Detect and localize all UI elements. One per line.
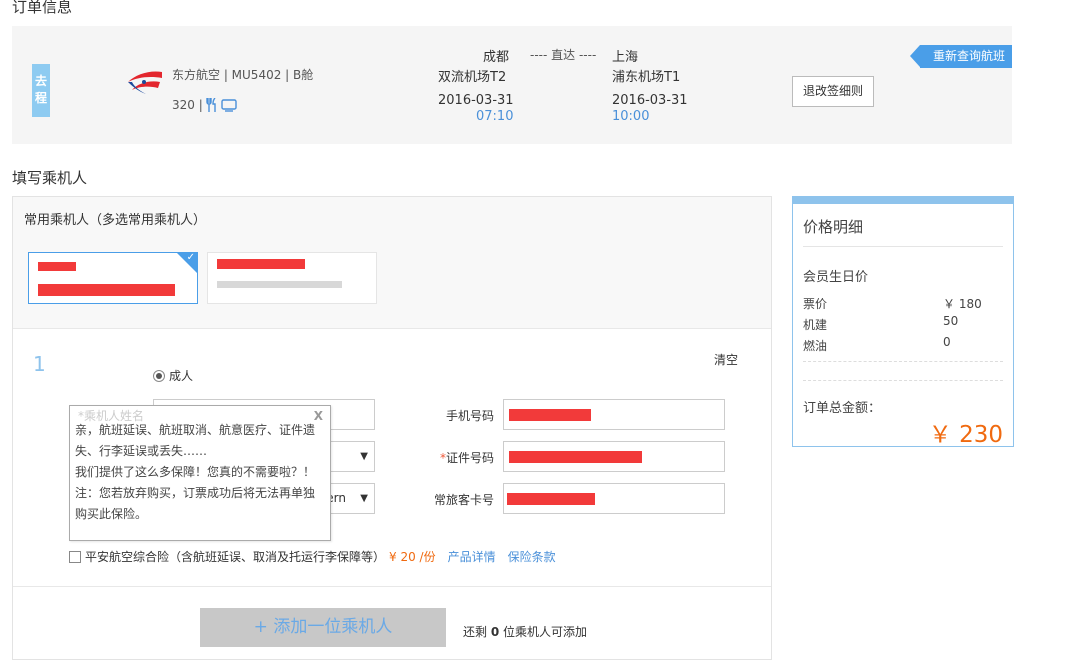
china-eastern-logo-icon [128,71,162,94]
insurance-terms-link[interactable]: 保险条款 [508,548,556,565]
passenger-form-panel: 常用乘机人（多选常用乘机人） ✓ 1 成人 清空 ▼ ern ▼ 手机号码 *证… [12,196,772,660]
frequent-flyer-input[interactable] [503,483,725,514]
insurance-price: ¥ 20 /份 [389,550,436,564]
passenger-type-adult[interactable]: 成人 [153,367,193,384]
price-row-label: 机建 [803,318,828,332]
radio-icon[interactable] [153,369,165,382]
insurance-tooltip: *乘机人姓名 X 亲，航班延误、航班取消、航意医疗、证件遗失、行李延误或丢失……… [69,405,331,541]
origin-city: 成都 [483,50,510,65]
aircraft-info: 320 | [172,98,237,112]
frequent-passengers-title: 常用乘机人（多选常用乘机人） [24,213,207,228]
close-icon[interactable]: X [314,406,323,427]
aircraft-type: 320 | [172,98,203,112]
redacted-id [217,281,342,288]
remaining-count: 0 [490,625,500,639]
frequent-passenger-card[interactable]: ✓ [28,252,198,304]
tooltip-line: 我们提供了这么多保障！您真的不需要啦？！ [75,465,316,479]
passenger-index: 1 [33,352,46,376]
total-value: ￥ 230 [928,422,1003,448]
order-section-title: 订单信息 [12,0,73,16]
redacted-ff-number [507,493,595,505]
passenger-section-title: 填写乘机人 [12,169,88,187]
order-info-panel: 去程 东方航空 | MU5402 | B舱 320 | 成都 双流机场T2 --… [12,26,1012,144]
redacted-id-number [509,451,642,463]
tooltip-line: 注：您若放弃购买，订票成功后将无法再单独购买此保险。 [75,486,316,521]
frequent-flyer-label: 常旅客卡号 [433,493,494,507]
origin-airport: 双流机场T2 [438,70,507,85]
depart-date: 2016-03-31 [438,93,514,108]
clear-button[interactable]: 清空 [714,351,738,368]
insurance-row: 平安航空综合险（含航班延误、取消及托运行李保障等） ¥ 20 /份 产品详情 保… [69,548,556,565]
arrive-time: 10:00 [612,109,650,124]
insurance-checkbox[interactable] [69,550,81,563]
insurance-label: 平安航空综合险（含航班延误、取消及托运行李保障等） [85,550,386,564]
remaining-passengers-text: 还剩 0 位乘机人可添加 [463,625,588,639]
depart-time: 07:10 [476,109,514,124]
trip-tag: 去程 [32,64,50,117]
frequent-passenger-card[interactable] [207,252,377,304]
redacted-name [38,262,76,271]
price-row-value: ￥ 180 [943,297,982,311]
flight-airline-info: 东方航空 | MU5402 | B舱 [172,68,314,82]
product-details-link[interactable]: 产品详情 [448,548,496,565]
refund-rules-button[interactable]: 退改签细则 [792,76,874,107]
direct-flight-label: ---- 直达 ---- [530,48,597,62]
divider [803,246,1003,247]
redacted-phone [509,409,591,421]
price-row-value: 0 [943,335,951,349]
frequent-passengers-area: 常用乘机人（多选常用乘机人） ✓ [13,197,771,329]
dest-city: 上海 [612,50,639,65]
tooltip-ghost-label: *乘机人姓名 [78,409,145,423]
price-row-value: 50 [943,314,959,328]
redacted-id [38,284,175,296]
rebook-flight-button[interactable]: 重新查询航班 [910,45,1012,68]
id-number-label: *证件号码 [439,451,494,465]
entertainment-icon [221,98,237,112]
total-label: 订单总金额： [803,401,882,416]
price-row-label: 燃油 [803,339,828,353]
passenger-type-label: 成人 [169,369,194,383]
divider [13,586,771,587]
redacted-name [217,259,305,269]
price-row-label: 票价 [803,297,828,311]
price-detail-panel: 价格明细 会员生日价 票价 ￥ 180 机建 50 燃油 0 订单总金额： ￥ … [792,196,1014,448]
add-passenger-button[interactable]: + 添加一位乘机人 [200,608,446,647]
arrive-date: 2016-03-31 [612,93,688,108]
price-subtitle: 会员生日价 [803,270,869,285]
chevron-down-icon: ▼ [360,451,368,462]
phone-input[interactable] [503,399,725,430]
price-title: 价格明细 [803,218,864,236]
divider [803,361,1003,362]
meal-icon [206,98,216,112]
chevron-down-icon: ▼ [360,493,368,504]
id-number-input[interactable] [503,441,725,472]
phone-label: 手机号码 [445,409,494,423]
check-icon: ✓ [186,252,195,263]
divider [803,380,1003,381]
dest-airport: 浦东机场T1 [612,70,681,85]
